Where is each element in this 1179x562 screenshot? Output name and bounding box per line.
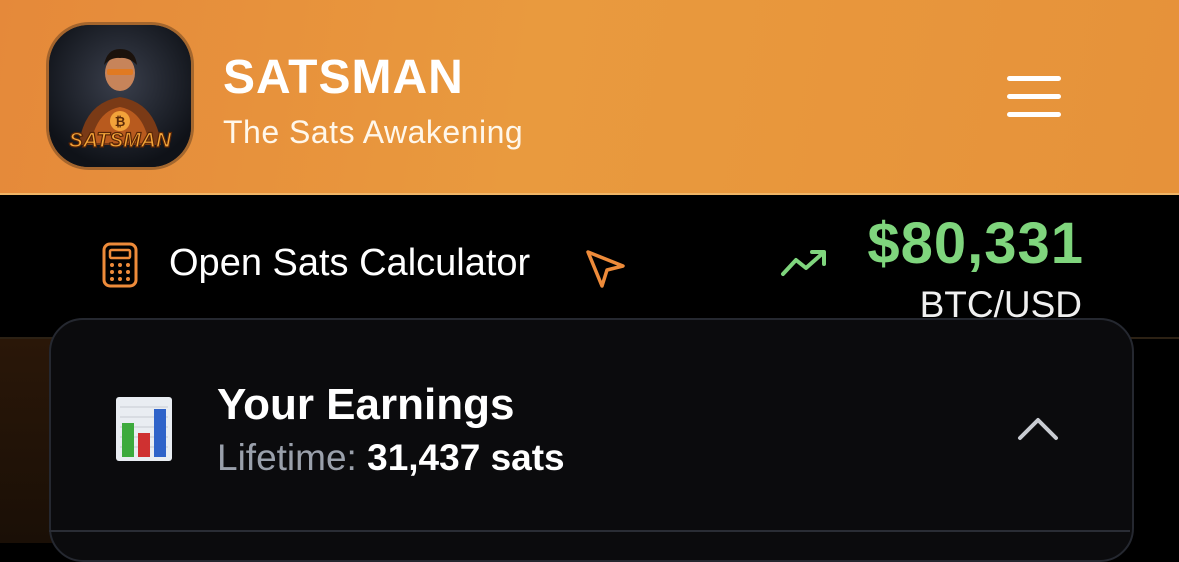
pointer-arrow-icon <box>586 250 625 288</box>
superhero-avatar-icon: ₿ SATSMAN <box>49 25 191 167</box>
btc-price: $80,331 <box>867 211 1084 276</box>
earnings-card <box>49 318 1134 562</box>
hamburger-menu-button[interactable] <box>1001 68 1067 124</box>
lifetime-label: Lifetime: <box>217 437 357 478</box>
calculator-icon <box>102 242 138 288</box>
svg-text:SATSMAN: SATSMAN <box>69 129 172 152</box>
app-title: SATSMAN <box>223 51 464 104</box>
svg-text:₿: ₿ <box>115 115 126 130</box>
earnings-title: Your Earnings <box>217 380 515 429</box>
app-subtitle: The Sats Awakening <box>223 114 524 150</box>
hamburger-menu-icon <box>1007 76 1061 81</box>
avatar[interactable]: ₿ SATSMAN <box>49 25 191 167</box>
bar-chart-icon <box>116 397 172 461</box>
chevron-up-icon[interactable] <box>1014 410 1062 446</box>
open-calculator-button[interactable]: Open Sats Calculator <box>96 232 636 296</box>
lifetime-value: 31,437 sats <box>367 437 565 478</box>
lifetime-earnings: Lifetime: 31,437 sats <box>217 437 565 479</box>
calculator-label: Open Sats Calculator <box>169 242 531 284</box>
trending-up-icon <box>781 250 826 276</box>
card-divider <box>49 530 1130 532</box>
